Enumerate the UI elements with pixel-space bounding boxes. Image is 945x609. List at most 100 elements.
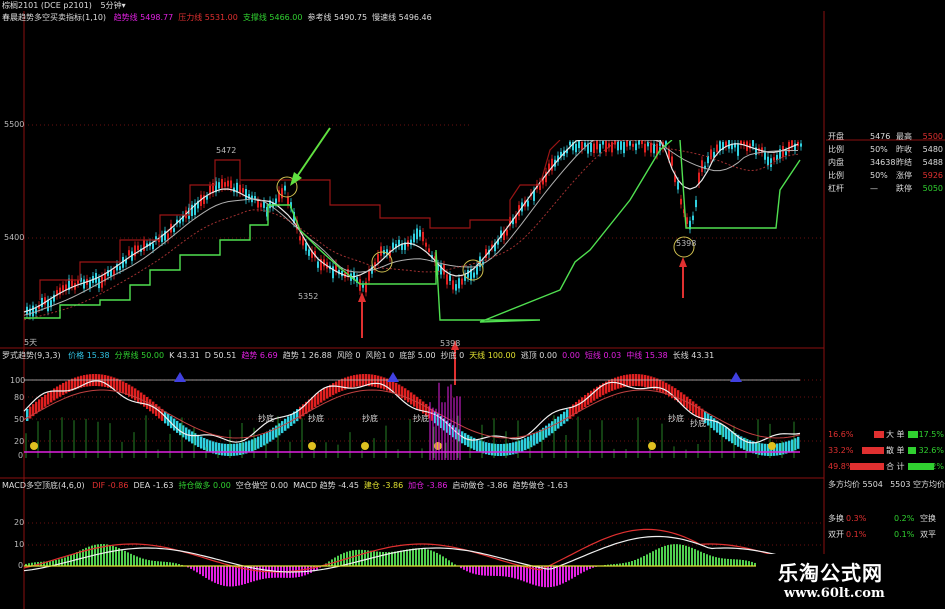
candle-body — [245, 189, 247, 201]
trend-bar — [56, 386, 59, 399]
trend-bar — [134, 388, 137, 401]
trend-bar — [383, 377, 386, 390]
candle-body — [593, 143, 595, 153]
trend-bar — [692, 401, 695, 414]
trend-bar — [626, 374, 629, 387]
candle-body — [578, 140, 580, 149]
trend-bar — [65, 381, 68, 394]
main-indicator-label: 压力线 5531.00 — [178, 13, 238, 22]
average-price-row: 多方均价 5504 5503 空方均价 — [828, 478, 945, 491]
trend-bar — [353, 375, 356, 388]
trend-bar — [119, 379, 122, 392]
trend-bar — [374, 374, 377, 387]
trend-bar — [266, 431, 269, 444]
macd-indicator-label: 空仓做空 0.00 — [235, 481, 289, 490]
arrow-head-icon — [358, 292, 366, 302]
candle-body — [455, 284, 457, 291]
trend-bar — [644, 374, 647, 387]
watermark-box: 乐淘公式网 www.60lt.com — [756, 554, 945, 609]
kdj-tick-20: 20 — [14, 437, 25, 446]
main-indicator-header: 春晨趋势多空买卖指标(1,10) 趋势线 5498.77 压力线 5531.00 支… — [2, 12, 822, 24]
quote-row: 比例 50% 昨收 5480 — [828, 145, 943, 154]
candle-body — [392, 242, 394, 249]
candle-body — [467, 270, 469, 278]
bottom-signal-icon — [308, 442, 316, 450]
candle-body — [677, 181, 679, 190]
trend-bar — [290, 414, 293, 427]
candle-body — [650, 142, 652, 153]
macd-indicator-label: MACD 趋势 -4.45 — [293, 481, 359, 490]
trend-bar — [590, 390, 593, 403]
trend-bar — [527, 436, 530, 449]
candle-body — [260, 203, 262, 208]
candle-body — [275, 198, 277, 204]
trend-bar — [191, 431, 194, 444]
trend-bar — [26, 409, 29, 421]
main-indicator-name[interactable]: 春晨趋势多空买卖指标(1,10) — [2, 13, 106, 22]
trend-bar — [563, 411, 566, 424]
trend-bar — [620, 375, 623, 388]
candle-body — [362, 284, 364, 288]
candle-body — [701, 160, 703, 173]
candle-body — [620, 141, 622, 150]
signal-label: 抄底 — [668, 414, 684, 423]
kdj-indicator-label: 趋势 6.69 — [241, 351, 278, 360]
candle-body — [671, 156, 673, 166]
candle-body — [638, 140, 640, 145]
bottom-signal-icon — [30, 442, 38, 450]
kdj-indicator-label: 分界线 50.00 — [114, 351, 165, 360]
candle-body — [590, 143, 592, 152]
kdj-indicator-label: 底部 5.00 — [399, 351, 436, 360]
peak-marker-icon — [174, 372, 186, 382]
trend-bar — [719, 422, 722, 435]
macd-indicator-name[interactable]: MACD多空顶底(4,6,0) — [2, 481, 85, 490]
main-indicator-label: 慢速线 5496.46 — [372, 13, 432, 22]
candle-body — [635, 143, 637, 151]
candle-body — [773, 157, 775, 161]
trend-bar — [47, 392, 50, 405]
candle-body — [152, 243, 154, 250]
trend-bar — [275, 425, 278, 438]
candle-body — [167, 233, 169, 240]
trend-bar — [257, 436, 260, 449]
kdj-indicator-name[interactable]: 罗式趋势(9,3,3) — [2, 351, 61, 360]
price-annotation-low2: 5398 — [440, 339, 461, 348]
trend-bar — [176, 420, 179, 433]
candle-body — [461, 278, 463, 285]
trend-bar — [521, 439, 524, 452]
trend-bar — [197, 434, 200, 447]
trend-bar — [419, 399, 422, 412]
candle-body — [359, 279, 361, 291]
macd-indicator-label: 建仓 -3.86 — [363, 481, 404, 490]
candle-body — [35, 308, 37, 314]
kdj-tick-100: 100 — [10, 376, 26, 385]
trend-bar — [263, 433, 266, 446]
price-annotation-low3: 5398 — [676, 239, 697, 248]
trend-bar — [341, 378, 344, 391]
turnover-panel: 多换 0.3% 0.2% 空换 双开 0.1% 0.1% 双平 — [826, 512, 945, 544]
kdj-indicator-label: 0.00 — [562, 351, 580, 360]
trend-bar — [728, 429, 731, 442]
candle-body — [575, 143, 577, 153]
candle-body — [317, 261, 319, 268]
bottom-signal-icon — [361, 442, 369, 450]
candle-body — [473, 272, 475, 278]
candle-body — [767, 156, 769, 166]
candle-body — [632, 143, 634, 147]
trend-bar — [695, 403, 698, 416]
candle-body — [770, 158, 772, 167]
support-line — [24, 139, 673, 323]
kdj-indicator-label: 价格 15.38 — [68, 351, 110, 360]
trend-bar — [221, 443, 224, 456]
bottom-signal-icon — [648, 442, 656, 450]
main-indicator-label: 支撑线 5466.00 — [242, 13, 303, 22]
candle-body — [611, 142, 613, 153]
trend-bar — [347, 376, 350, 389]
macd-indicator-label: 启动做仓 -3.86 — [452, 481, 508, 490]
main-indicator-label: 参考线 5490.75 — [307, 13, 368, 22]
trend-bar — [137, 390, 140, 403]
arrow-icon — [295, 127, 331, 179]
macd-indicator-label: DIF -0.86 — [92, 481, 129, 490]
chart-canvas[interactable] — [0, 0, 945, 609]
trend-bar — [689, 399, 692, 412]
